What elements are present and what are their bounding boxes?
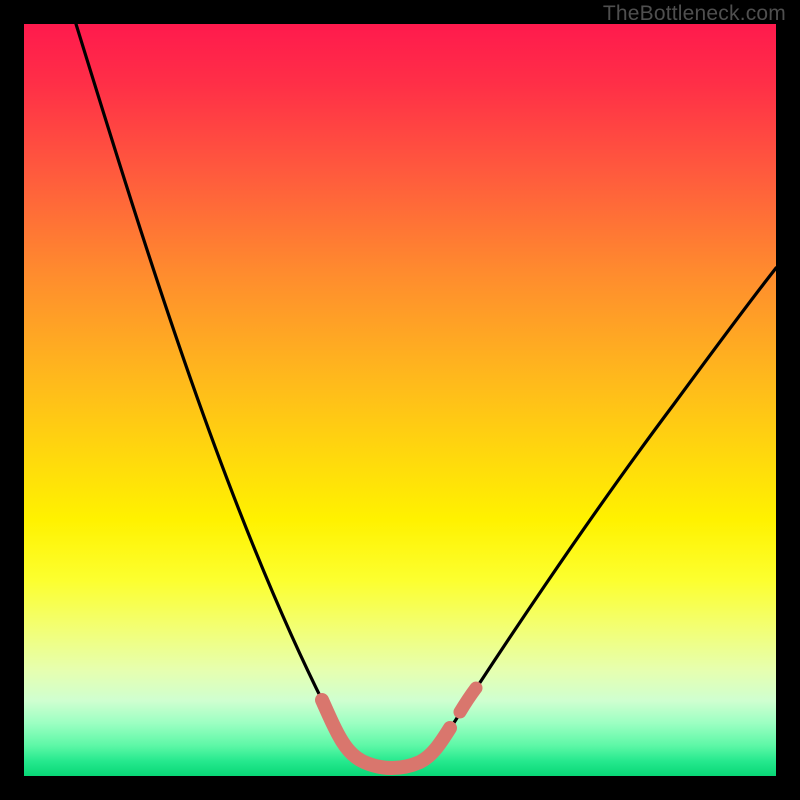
curve-bottom-highlight	[322, 700, 450, 768]
bottleneck-curve	[24, 24, 776, 776]
curve-right-tick	[460, 688, 476, 712]
curve-path	[76, 24, 776, 767]
chart-plot-area	[24, 24, 776, 776]
watermark-text: TheBottleneck.com	[603, 2, 786, 26]
